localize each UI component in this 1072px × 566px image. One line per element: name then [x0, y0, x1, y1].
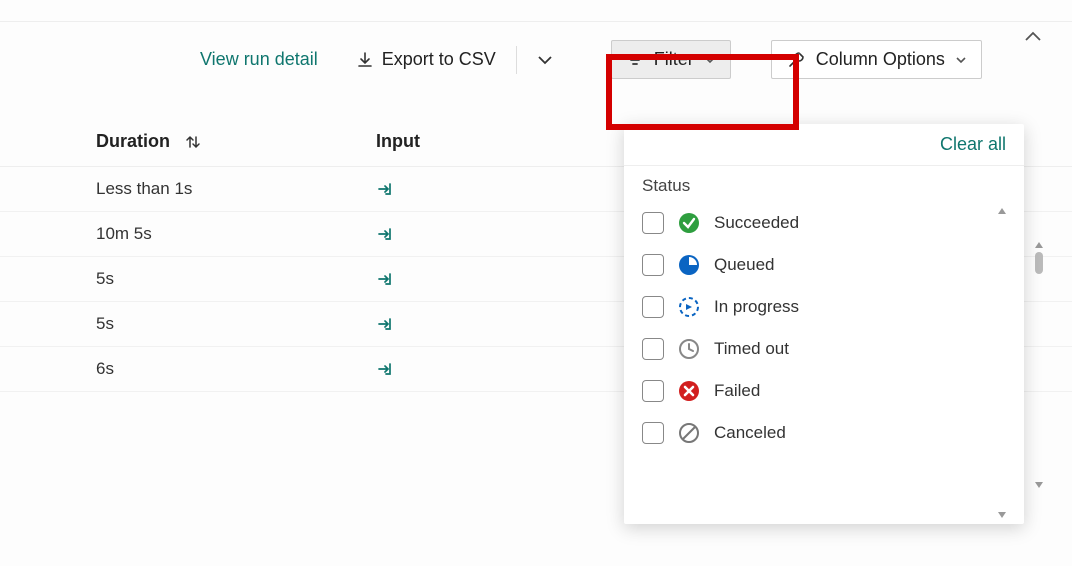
- timedout-icon: [678, 338, 700, 360]
- status-label: Queued: [714, 255, 775, 275]
- input-link-icon[interactable]: [376, 359, 576, 379]
- checkbox[interactable]: [642, 212, 664, 234]
- status-option-timedout[interactable]: Timed out: [642, 328, 1016, 370]
- checkbox[interactable]: [642, 254, 664, 276]
- queued-icon: [678, 254, 700, 276]
- input-link-icon[interactable]: [376, 179, 576, 199]
- filter-label: Filter: [654, 49, 694, 70]
- clear-all-link[interactable]: Clear all: [940, 134, 1006, 155]
- status-option-succeeded[interactable]: Succeeded: [642, 202, 1016, 244]
- filter-button[interactable]: Filter: [611, 40, 731, 79]
- canceled-icon: [678, 422, 700, 444]
- chevron-down-icon: [955, 55, 967, 65]
- filter-panel-body: Succeeded Queued In progress Timed out: [624, 202, 1024, 524]
- input-link-icon[interactable]: [376, 314, 576, 334]
- topbar: [0, 0, 1072, 22]
- page-scrollbar[interactable]: [1032, 240, 1046, 276]
- export-csv-button[interactable]: Export to CSV: [348, 43, 504, 76]
- inprogress-icon: [678, 296, 700, 318]
- status-label: Succeeded: [714, 213, 799, 233]
- duration-cell: 10m 5s: [96, 224, 152, 244]
- column-options-button[interactable]: Column Options: [771, 40, 982, 79]
- toolbar: View run detail Export to CSV Filter Col…: [200, 22, 1072, 97]
- checkbox[interactable]: [642, 338, 664, 360]
- duration-cell: 6s: [96, 359, 114, 379]
- failed-icon: [678, 380, 700, 402]
- divider: [516, 46, 517, 74]
- filter-section-status: Status: [624, 166, 1024, 202]
- column-options-label: Column Options: [816, 49, 945, 70]
- input-link-icon[interactable]: [376, 269, 576, 289]
- col-input-label[interactable]: Input: [376, 131, 420, 151]
- view-run-detail-link[interactable]: View run detail: [200, 49, 318, 70]
- checkbox[interactable]: [642, 296, 664, 318]
- status-option-inprogress[interactable]: In progress: [642, 286, 1016, 328]
- duration-cell: Less than 1s: [96, 179, 192, 199]
- download-icon: [356, 51, 374, 69]
- chevron-down-icon: [704, 55, 716, 65]
- duration-cell: 5s: [96, 314, 114, 334]
- success-icon: [678, 212, 700, 234]
- checkbox[interactable]: [642, 422, 664, 444]
- more-chevron-button[interactable]: [529, 48, 561, 72]
- wrench-icon: [786, 50, 806, 70]
- checkbox[interactable]: [642, 380, 664, 402]
- status-option-canceled[interactable]: Canceled: [642, 412, 1016, 454]
- input-link-icon[interactable]: [376, 224, 576, 244]
- panel-scroll-up[interactable]: [996, 206, 1010, 216]
- col-duration-label[interactable]: Duration: [96, 131, 170, 152]
- status-option-queued[interactable]: Queued: [642, 244, 1016, 286]
- duration-cell: 5s: [96, 269, 114, 289]
- sort-icon[interactable]: [184, 133, 202, 151]
- collapse-chevron-icon[interactable]: [1024, 30, 1042, 42]
- status-option-failed[interactable]: Failed: [642, 370, 1016, 412]
- filter-icon: [626, 53, 644, 67]
- export-csv-label: Export to CSV: [382, 49, 496, 70]
- status-label: Failed: [714, 381, 760, 401]
- filter-panel: Clear all Status Succeeded Queued In pro…: [624, 124, 1024, 524]
- status-label: Canceled: [714, 423, 786, 443]
- status-label: Timed out: [714, 339, 789, 359]
- panel-scroll-down[interactable]: [996, 510, 1010, 520]
- status-label: In progress: [714, 297, 799, 317]
